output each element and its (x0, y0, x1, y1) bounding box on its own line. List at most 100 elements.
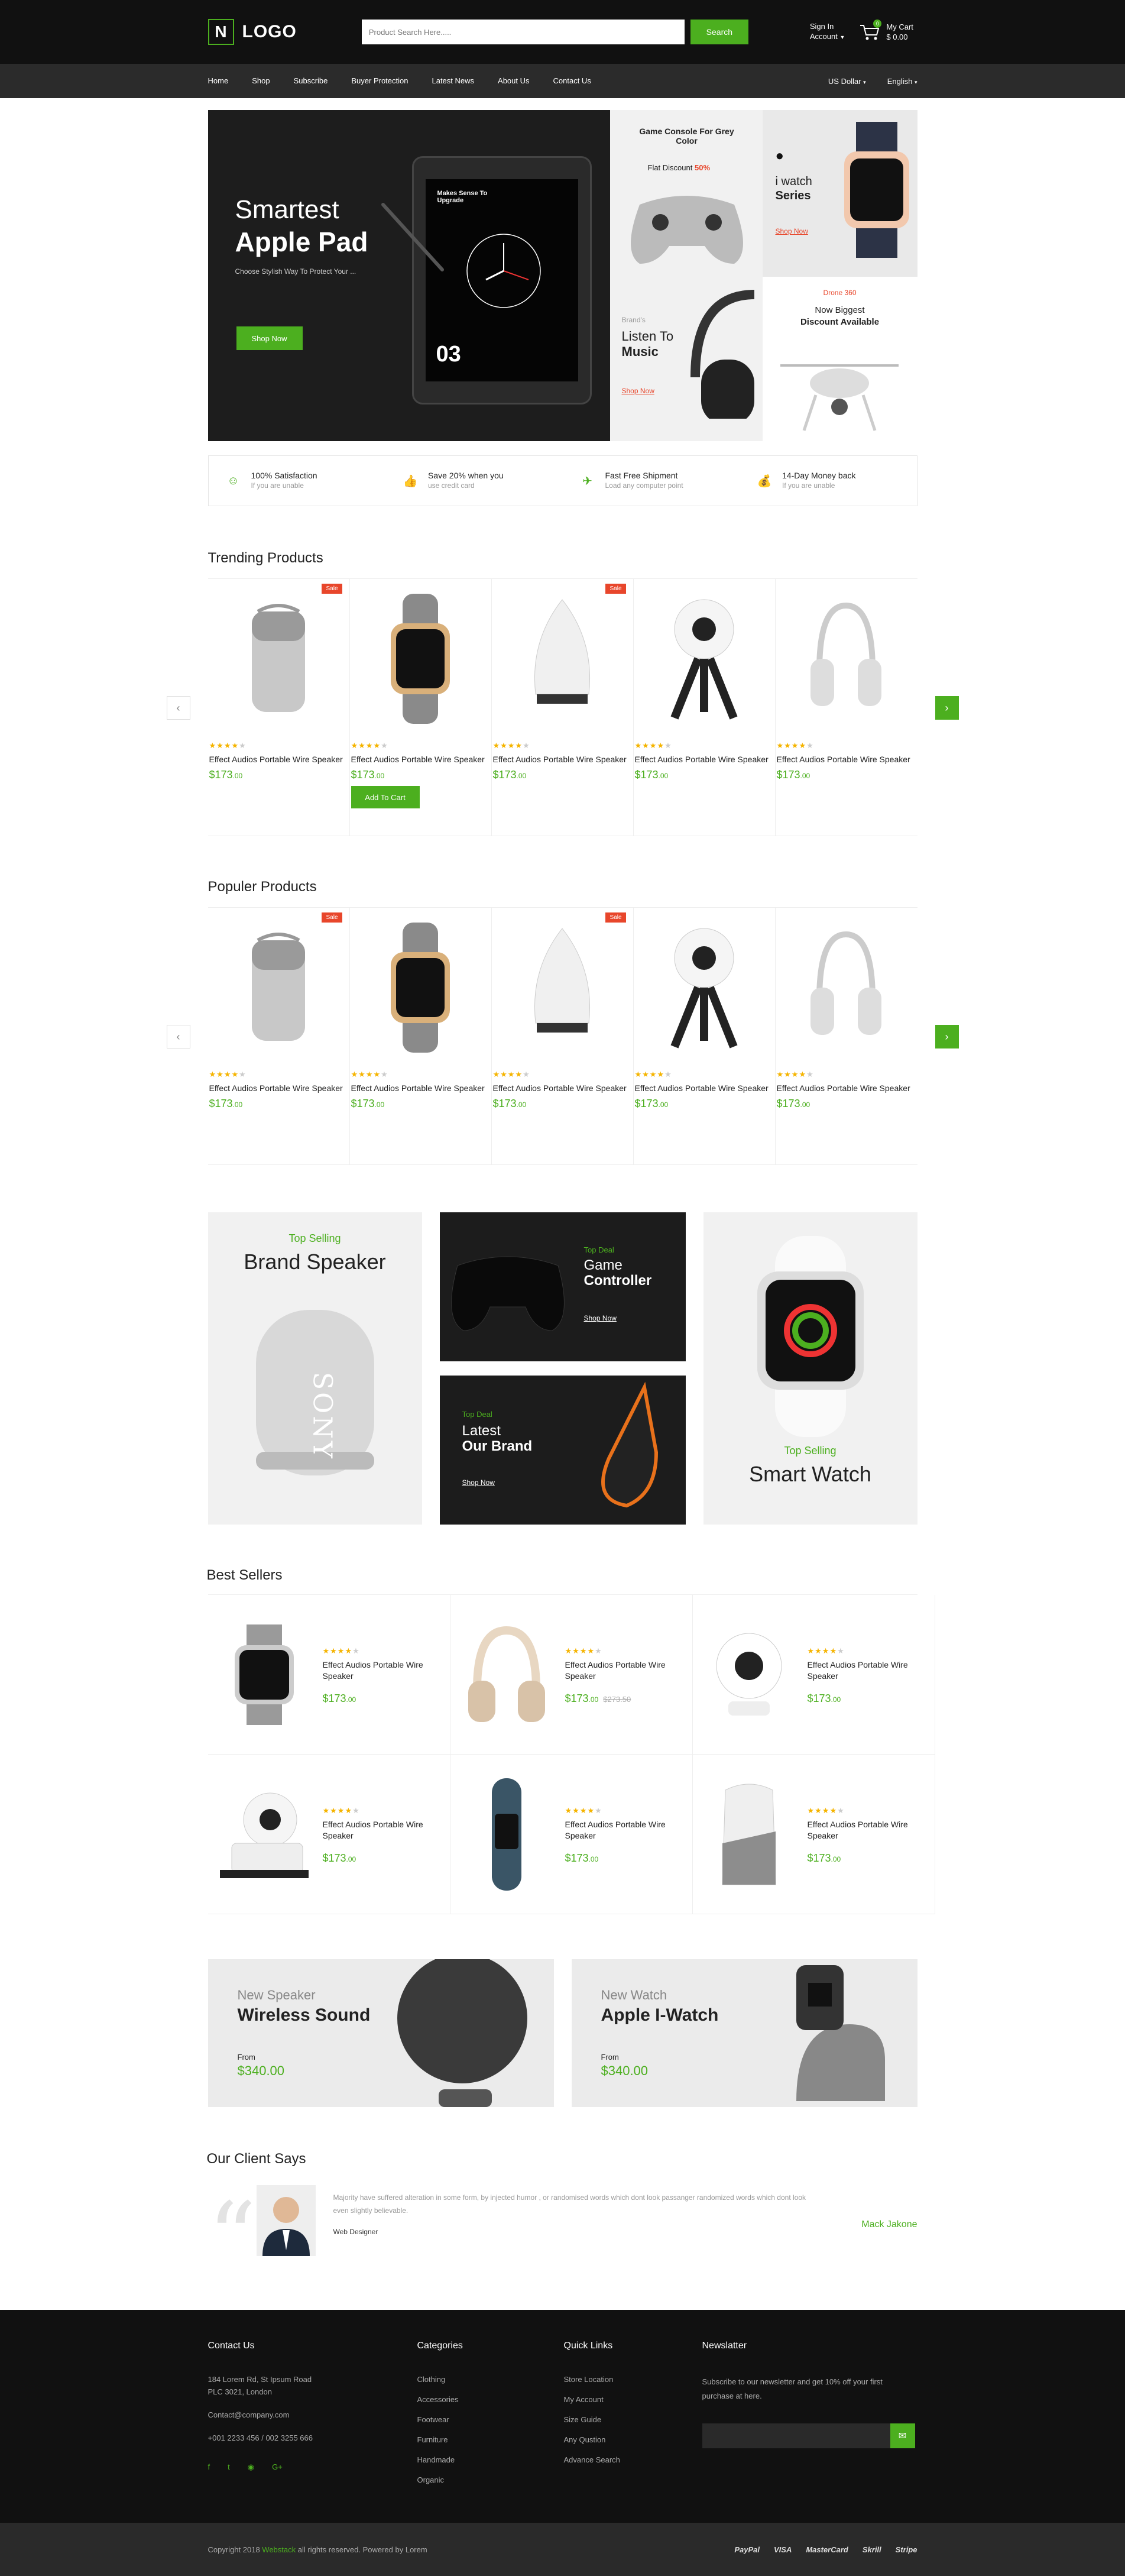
nav-link-latest-news[interactable]: Latest News (432, 76, 474, 85)
footer-category-link[interactable]: Accessories (417, 2395, 564, 2404)
product-name[interactable]: Effect Audios Portable Wire Speaker (808, 1819, 923, 1842)
product-name[interactable]: Effect Audios Portable Wire Speaker (351, 754, 491, 765)
footer-category-link[interactable]: Furniture (417, 2435, 564, 2444)
search-button[interactable]: Search (690, 20, 748, 44)
nav-link-subscribe[interactable]: Subscribe (294, 76, 328, 85)
product-card[interactable]: Sale ★★★★★ Effect Audios Portable Wire Spe… (492, 908, 634, 1164)
footer-quick-link[interactable]: Advance Search (564, 2455, 702, 2464)
product-image[interactable] (350, 908, 491, 1067)
nav-link-contact-us[interactable]: Contact Us (553, 76, 591, 85)
product-card[interactable]: Sale ★★★★★ Effect Audios Portable Wire Spe… (208, 908, 350, 1164)
rss-icon[interactable]: ◉ (248, 2462, 254, 2472)
google-plus-icon[interactable]: G+ (272, 2462, 283, 2472)
product-image[interactable] (634, 579, 775, 739)
product-image[interactable] (208, 1619, 320, 1731)
newsletter-submit-button[interactable]: ✉ (890, 2423, 915, 2448)
footer-quick-link[interactable]: Any Qustion (564, 2435, 702, 2444)
product-image[interactable] (450, 1778, 563, 1891)
hero-shop-now-button[interactable]: Shop Now (236, 326, 303, 350)
product-image[interactable] (208, 579, 349, 739)
music-tile[interactable]: Brand's Listen To Music Shop Now (609, 277, 763, 441)
product-image[interactable] (492, 908, 633, 1067)
add-to-cart-button[interactable]: Add To Cart (351, 786, 420, 808)
product-image[interactable] (776, 579, 917, 739)
product-name[interactable]: Effect Audios Portable Wire Speaker (565, 1659, 681, 1682)
product-image[interactable] (693, 1778, 805, 1891)
cart-button[interactable]: 0 My Cart $ 0.00 (859, 20, 913, 42)
product-card[interactable]: ★★★★★ Effect Audios Portable Wire Speaker… (776, 579, 917, 836)
copyright-brand-link[interactable]: Webstack (262, 2545, 296, 2554)
bestseller-item[interactable]: ★★★★★ Effect Audios Portable Wire Speaker… (450, 1595, 693, 1755)
product-card[interactable]: ★★★★★ Effect Audios Portable Wire Speaker… (776, 908, 917, 1164)
product-image[interactable] (776, 908, 917, 1067)
drone-tile[interactable]: Drone 360 Now Biggest Discount Available (762, 277, 917, 441)
footer-category-link[interactable]: Clothing (417, 2375, 564, 2384)
latest-brand-card[interactable]: Top Deal Latest Our Brand Shop Now (439, 1376, 686, 1525)
bestseller-item[interactable]: ★★★★★ Effect Audios Portable Wire Speaker… (450, 1755, 693, 1914)
language-select[interactable]: English ▾ (887, 77, 917, 86)
brand-shop-link[interactable]: Shop Now (462, 1478, 495, 1487)
footer-email[interactable]: Contact@company.com (208, 2410, 417, 2419)
carousel-prev-button[interactable]: ‹ (166, 696, 190, 720)
product-name[interactable]: Effect Audios Portable Wire Speaker (493, 754, 633, 765)
product-name[interactable]: Effect Audios Portable Wire Speaker (777, 1083, 917, 1094)
product-name[interactable]: Effect Audios Portable Wire Speaker (635, 1083, 775, 1094)
product-name[interactable]: Effect Audios Portable Wire Speaker (635, 754, 775, 765)
product-name[interactable]: Effect Audios Portable Wire Speaker (351, 1083, 491, 1094)
product-name[interactable]: Effect Audios Portable Wire Speaker (323, 1659, 439, 1682)
product-image[interactable] (450, 1619, 563, 1731)
product-image[interactable] (208, 1778, 320, 1891)
game-controller-card[interactable]: Top Deal Game Controller Shop Now (439, 1212, 686, 1361)
iwatch-tile[interactable]: ● i watch Series Shop Now (762, 110, 917, 277)
product-name[interactable]: Effect Audios Portable Wire Speaker (209, 754, 349, 765)
product-card[interactable]: ★★★★★ Effect Audios Portable Wire Speaker… (350, 579, 492, 836)
footer-quick-link[interactable]: My Account (564, 2395, 702, 2404)
nav-link-buyer-protection[interactable]: Buyer Protection (351, 76, 408, 85)
search-input[interactable] (361, 20, 685, 44)
newsletter-email-input[interactable] (702, 2423, 890, 2448)
product-image[interactable] (208, 908, 349, 1067)
footer-category-link[interactable]: Footwear (417, 2415, 564, 2424)
music-shop-link[interactable]: Shop Now (622, 387, 654, 395)
account-menu[interactable]: Sign In Account ▼ (810, 21, 845, 43)
product-name[interactable]: Effect Audios Portable Wire Speaker (493, 1083, 633, 1094)
iwatch-shop-link[interactable]: Shop Now (776, 227, 808, 235)
product-image[interactable] (492, 579, 633, 739)
carousel-prev-button[interactable]: ‹ (166, 1025, 190, 1048)
logo[interactable]: N LOGO (208, 19, 297, 45)
carousel-next-button[interactable]: › (935, 1025, 959, 1048)
nav-link-shop[interactable]: Shop (252, 76, 270, 85)
footer-quick-link[interactable]: Store Location (564, 2375, 702, 2384)
currency-select[interactable]: US Dollar ▾ (828, 77, 866, 86)
product-name[interactable]: Effect Audios Portable Wire Speaker (209, 1083, 349, 1094)
nav-link-home[interactable]: Home (208, 76, 229, 85)
brand-speaker-card[interactable]: Top Selling Brand Speaker SONY (208, 1212, 422, 1525)
product-card[interactable]: Sale ★★★★★ Effect Audios Portable Wire Spe… (492, 579, 634, 836)
product-image[interactable] (634, 908, 775, 1067)
bestseller-item[interactable]: ★★★★★ Effect Audios Portable Wire Speaker… (208, 1595, 450, 1755)
product-name[interactable]: Effect Audios Portable Wire Speaker (565, 1819, 681, 1842)
product-image[interactable] (350, 579, 491, 739)
product-name[interactable]: Effect Audios Portable Wire Speaker (777, 754, 917, 765)
product-image[interactable] (693, 1619, 805, 1731)
controller-shop-link[interactable]: Shop Now (584, 1314, 617, 1322)
bestseller-item[interactable]: ★★★★★ Effect Audios Portable Wire Speaker… (692, 1755, 935, 1914)
bestseller-item[interactable]: ★★★★★ Effect Audios Portable Wire Speaker… (208, 1755, 450, 1914)
wireless-sound-banner[interactable]: New Speaker Wireless Sound From $340.00 (208, 1959, 554, 2107)
nav-link-about-us[interactable]: About Us (498, 76, 529, 85)
footer-category-link[interactable]: Organic (417, 2475, 564, 2484)
twitter-icon[interactable]: t (228, 2462, 230, 2472)
footer-category-link[interactable]: Handmade (417, 2455, 564, 2464)
product-card[interactable]: ★★★★★ Effect Audios Portable Wire Speaker… (634, 579, 776, 836)
product-card[interactable]: ★★★★★ Effect Audios Portable Wire Speaker… (634, 908, 776, 1164)
console-tile[interactable]: Game Console For Grey Color Flat Discoun… (609, 110, 763, 277)
footer-quick-link[interactable]: Size Guide (564, 2415, 702, 2424)
product-name[interactable]: Effect Audios Portable Wire Speaker (323, 1819, 439, 1842)
product-card[interactable]: Sale ★★★★★ Effect Audios Portable Wire Spe… (208, 579, 350, 836)
bestseller-item[interactable]: ★★★★★ Effect Audios Portable Wire Speaker… (692, 1595, 935, 1755)
smart-watch-card[interactable]: Top Selling Smart Watch (703, 1212, 917, 1525)
product-name[interactable]: Effect Audios Portable Wire Speaker (808, 1659, 923, 1682)
carousel-next-button[interactable]: › (935, 696, 959, 720)
apple-iwatch-banner[interactable]: New Watch Apple I-Watch From $340.00 (571, 1959, 917, 2107)
product-card[interactable]: ★★★★★ Effect Audios Portable Wire Speaker… (350, 908, 492, 1164)
